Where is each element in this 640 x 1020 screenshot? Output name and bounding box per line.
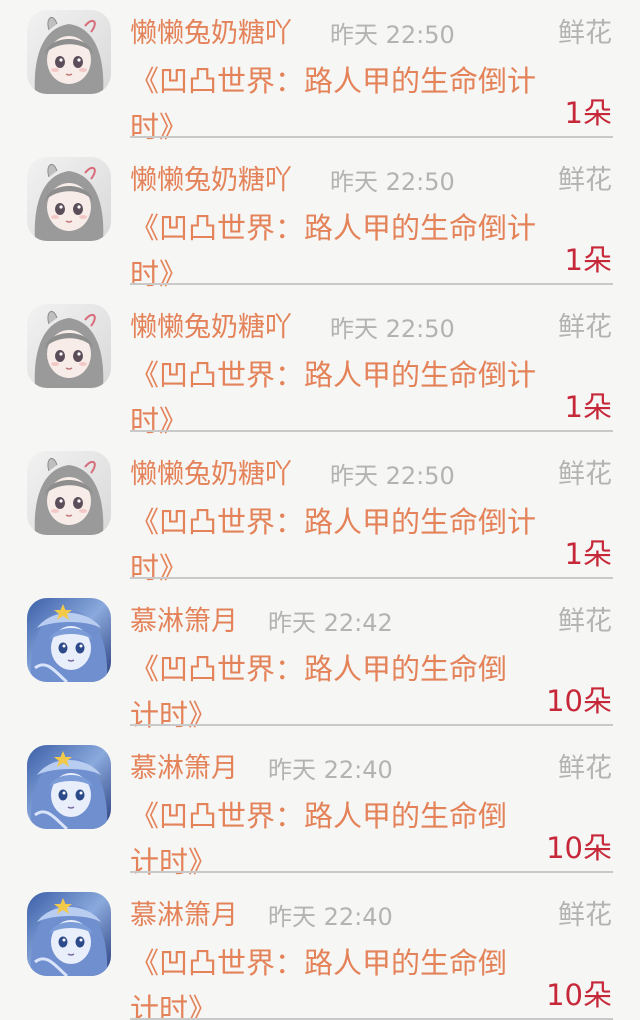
timestamp: 昨天 22:50	[330, 21, 455, 49]
timestamp: 昨天 22:50	[330, 315, 455, 343]
sender-name[interactable]: 懒懒兔奶糖吖	[130, 310, 292, 346]
gift-amount: 1朵	[564, 537, 612, 571]
sender-name[interactable]: 懒懒兔奶糖吖	[130, 16, 292, 52]
gift-type: 鲜花	[558, 18, 612, 49]
gift-amount: 10朵	[546, 684, 612, 718]
gift-record-item[interactable]: 懒懒兔奶糖吖 昨天 22:50 鲜花 《凹凸世界：路人甲的生命倒计时》 1朵	[0, 147, 640, 294]
divider	[130, 283, 613, 285]
gray-haired-anime-girl-avatar-icon[interactable]	[27, 304, 111, 388]
gift-amount: 1朵	[564, 390, 612, 424]
timestamp: 昨天 22:40	[268, 756, 393, 784]
gift-record-item[interactable]: 懒懒兔奶糖吖 昨天 22:50 鲜花 《凹凸世界：路人甲的生命倒计时》 1朵	[0, 0, 640, 147]
gift-type: 鲜花	[558, 900, 612, 931]
timestamp: 昨天 22:42	[268, 609, 393, 637]
divider	[130, 724, 613, 726]
sender-name[interactable]: 懒懒兔奶糖吖	[130, 457, 292, 493]
divider	[130, 577, 613, 579]
gray-haired-anime-girl-avatar-icon[interactable]	[27, 10, 111, 94]
sender-name[interactable]: 慕淋箫月	[130, 898, 238, 934]
gift-record-item[interactable]: 慕淋箫月 昨天 22:40 鲜花 《凹凸世界：路人甲的生命倒计时》 10朵	[0, 882, 640, 1020]
gray-haired-anime-girl-avatar-icon[interactable]	[27, 157, 111, 241]
gift-amount: 10朵	[546, 978, 612, 1012]
timestamp: 昨天 22:50	[330, 168, 455, 196]
gift-type: 鲜花	[558, 312, 612, 343]
gift-amount: 1朵	[564, 96, 612, 130]
blue-haired-anime-girl-avatar-icon[interactable]	[27, 598, 111, 682]
gift-record-item[interactable]: 懒懒兔奶糖吖 昨天 22:50 鲜花 《凹凸世界：路人甲的生命倒计时》 1朵	[0, 294, 640, 441]
gift-type: 鲜花	[558, 753, 612, 784]
gift-amount: 10朵	[546, 831, 612, 865]
divider	[130, 430, 613, 432]
sender-name[interactable]: 慕淋箫月	[130, 751, 238, 787]
timestamp: 昨天 22:40	[268, 903, 393, 931]
gift-record-item[interactable]: 慕淋箫月 昨天 22:40 鲜花 《凹凸世界：路人甲的生命倒计时》 10朵	[0, 735, 640, 882]
gift-type: 鲜花	[558, 606, 612, 637]
book-title[interactable]: 《凹凸世界：路人甲的生命倒计时》	[130, 940, 526, 1020]
divider	[130, 871, 613, 873]
divider	[130, 136, 613, 138]
blue-haired-anime-girl-avatar-icon[interactable]	[27, 745, 111, 829]
gift-record-list: 懒懒兔奶糖吖 昨天 22:50 鲜花 《凹凸世界：路人甲的生命倒计时》 1朵 懒…	[0, 0, 640, 1020]
sender-name[interactable]: 慕淋箫月	[130, 604, 238, 640]
gift-amount: 1朵	[564, 243, 612, 277]
sender-name[interactable]: 懒懒兔奶糖吖	[130, 163, 292, 199]
gift-type: 鲜花	[558, 459, 612, 490]
gift-record-item[interactable]: 懒懒兔奶糖吖 昨天 22:50 鲜花 《凹凸世界：路人甲的生命倒计时》 1朵	[0, 441, 640, 588]
timestamp: 昨天 22:50	[330, 462, 455, 490]
gray-haired-anime-girl-avatar-icon[interactable]	[27, 451, 111, 535]
blue-haired-anime-girl-avatar-icon[interactable]	[27, 892, 111, 976]
gift-record-item[interactable]: 慕淋箫月 昨天 22:42 鲜花 《凹凸世界：路人甲的生命倒计时》 10朵	[0, 588, 640, 735]
gift-type: 鲜花	[558, 165, 612, 196]
